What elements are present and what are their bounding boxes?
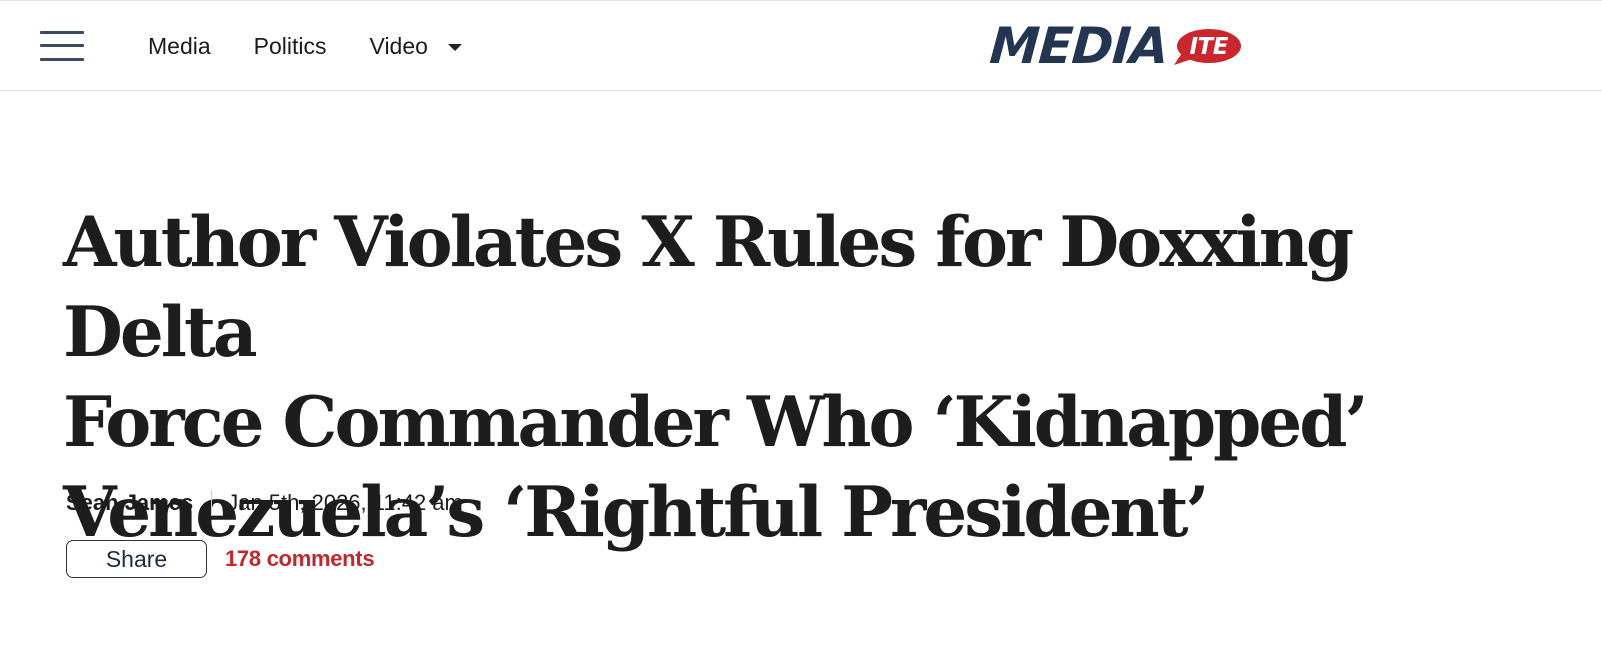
logo-wordmark: MEDIA [987,17,1170,75]
menu-line [40,58,84,61]
byline-divider [211,490,213,516]
comments-link[interactable]: 178 comments [225,546,375,572]
nav-item-media[interactable]: Media [148,33,211,60]
logo-bubble-text: ITE [1189,34,1228,60]
hamburger-menu-icon[interactable] [40,29,84,63]
headline-line: Force Commander Who ‘Kidnapped’ [63,382,1369,463]
nav-item-label: Media [148,32,211,59]
nav-item-label: Video [369,32,428,59]
publish-date: Jan 5th, 2026, 11:42 am [227,490,463,515]
author-link[interactable]: Sean James [66,490,193,516]
site-header: Media Politics Video MEDIA ITE [0,0,1602,91]
nav-item-label: Politics [253,32,327,59]
byline: Sean James Jan 5th, 2026, 11:42 am [66,488,463,518]
caret-down-icon[interactable] [447,43,462,51]
nav-item-politics[interactable]: Politics [254,33,327,60]
logo-speech-bubble: ITE [1172,27,1242,67]
menu-line [40,44,84,47]
share-button[interactable]: Share [66,540,207,578]
nav-item-video[interactable]: Video [370,33,462,60]
article-actions: Share 178 comments [66,540,375,578]
site-logo[interactable]: MEDIA ITE [987,17,1280,75]
headline-line: Author Violates X Rules for Doxxing Delt… [63,202,1354,373]
primary-nav: Media Politics Video [148,31,505,61]
menu-line [40,31,84,34]
